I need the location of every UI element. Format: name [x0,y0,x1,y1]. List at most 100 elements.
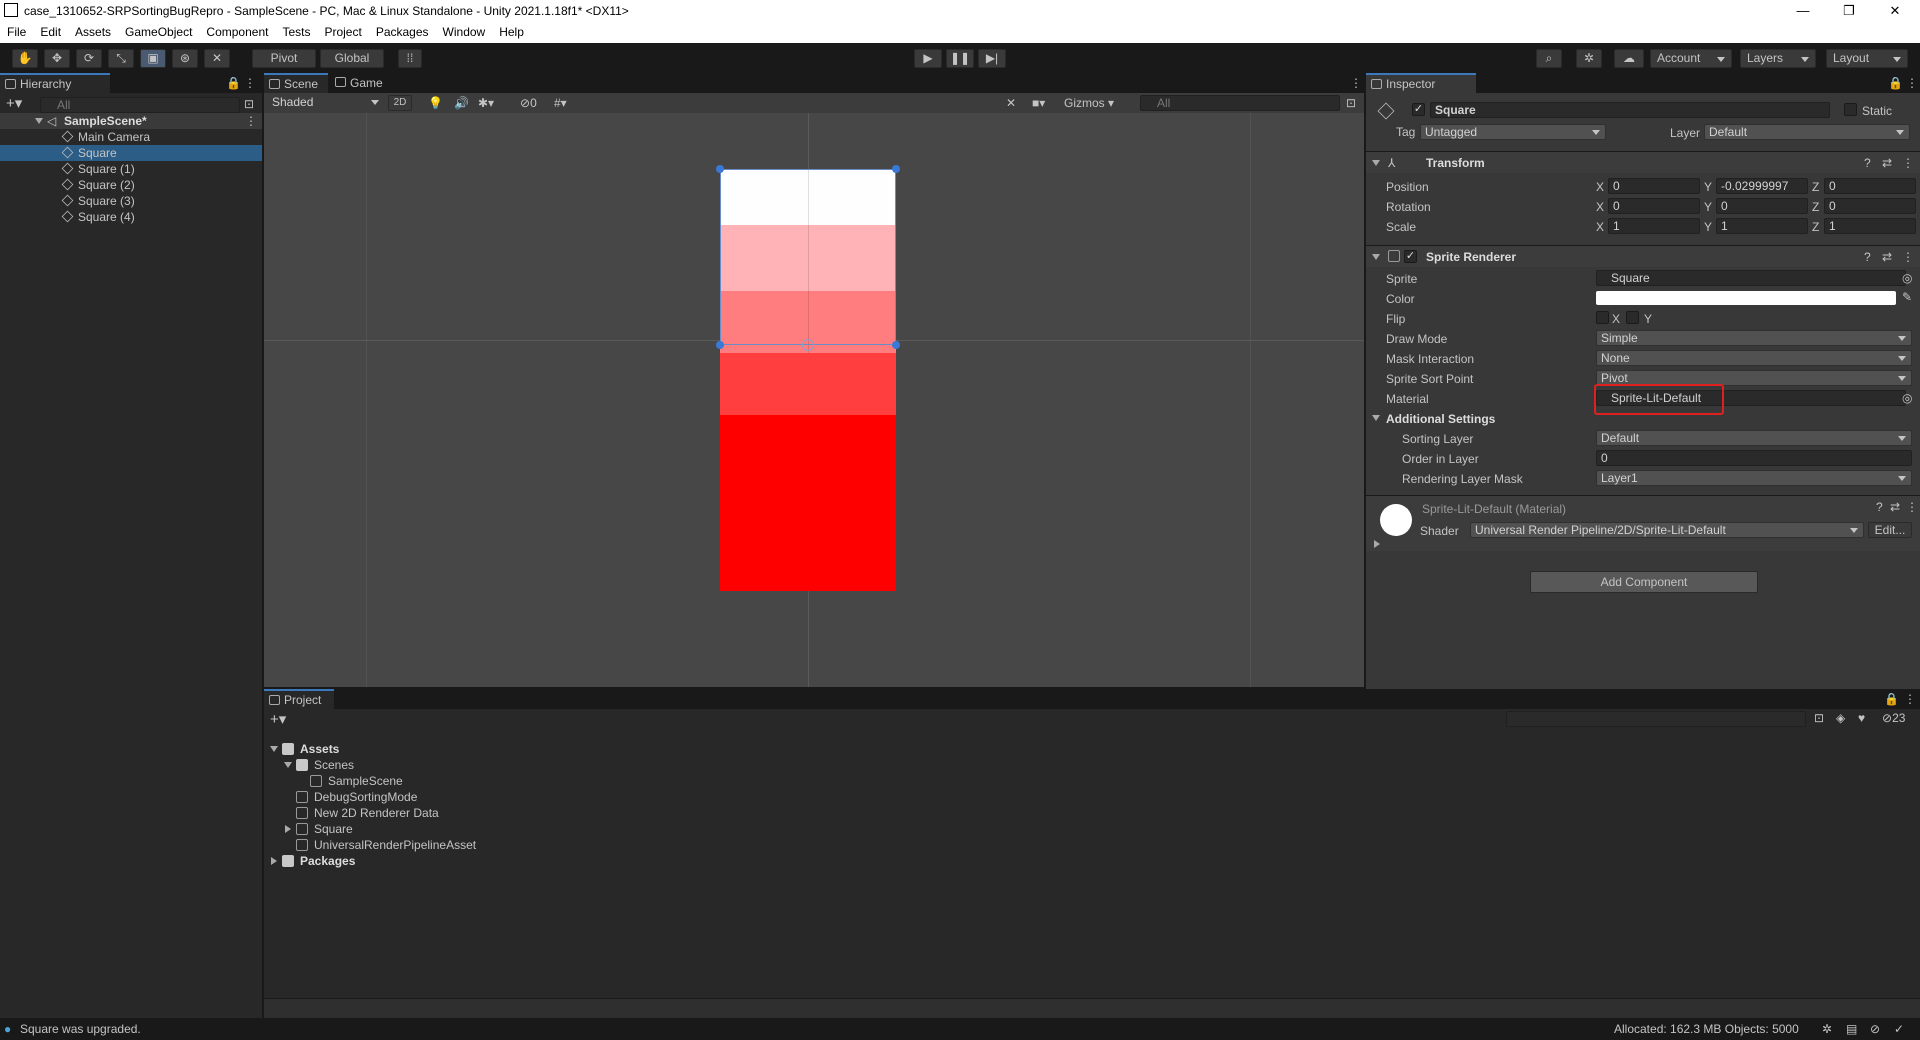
close-button[interactable]: ✕ [1872,0,1918,22]
mask-interaction-dropdown[interactable]: None [1596,350,1912,366]
flip-y-checkbox[interactable] [1626,311,1639,324]
scene-filter-icon[interactable]: ⊡ [1346,96,1356,110]
rotation-z-field[interactable]: 0 [1824,198,1916,214]
sprite-square-4[interactable] [720,415,896,591]
cloud-icon[interactable]: ☁ [1614,49,1644,68]
scale-z-field[interactable]: 1 [1824,218,1916,234]
help-icon[interactable]: ? [1864,250,1871,264]
tab-scene[interactable]: Scene [264,73,328,93]
transform-header[interactable]: ⅄ Transform ? ⇄ ⋮ [1366,151,1920,173]
scale-x-field[interactable]: 1 [1608,218,1700,234]
pause-button[interactable]: ❚❚ [946,49,974,68]
camera-icon[interactable]: ■▾ [1032,96,1045,110]
inspector-lock-icon[interactable]: 🔒 [1888,76,1903,90]
transform-tool-icon[interactable]: ⊛ [172,49,198,68]
position-z-field[interactable]: 0 [1824,178,1916,194]
project-lock-icon[interactable]: 🔒 [1884,692,1899,706]
layout-dropdown[interactable]: Layout [1826,49,1908,68]
search-icon[interactable]: ⌕ [1536,49,1562,68]
selection-rect[interactable] [720,169,896,345]
play-button[interactable]: ▶ [914,49,942,68]
component-menu-icon[interactable]: ⋮ [1902,156,1914,170]
hierarchy-item[interactable]: Main Camera [0,129,262,145]
sprite-renderer-enabled-checkbox[interactable]: ✓ [1404,250,1417,263]
position-x-field[interactable]: 0 [1608,178,1700,194]
step-button[interactable]: ▶| [978,49,1006,68]
lighting-icon[interactable]: 💡 [428,96,443,110]
hierarchy-search-input[interactable]: All [40,97,240,113]
project-tree-item[interactable]: Packages [264,853,1920,869]
hierarchy-item[interactable]: Square (2) [0,177,262,193]
hidden-objects-icon[interactable]: ⊘0 [520,96,537,110]
search-by-label-icon[interactable]: ◈ [1836,711,1845,725]
project-tree-item[interactable]: DebugSortingMode [264,789,1920,805]
object-name-field[interactable]: Square [1430,102,1830,118]
rect-handle[interactable] [716,341,724,349]
scene-menu-icon[interactable]: ⋮ [245,113,257,129]
network-icon[interactable]: ⊘ [1870,1022,1880,1036]
sprite-renderer-header[interactable]: ✓ Sprite Renderer ? ⇄ ⋮ [1366,245,1920,267]
more-menu-icon[interactable]: ⋮ [244,76,256,90]
gizmos-dropdown[interactable]: Gizmos ▾ [1064,96,1114,110]
collapse-icon[interactable] [1372,160,1380,166]
tab-inspector[interactable]: Inspector [1366,73,1476,93]
rotate-tool-icon[interactable]: ⟳ [76,49,102,68]
flip-x-checkbox[interactable] [1596,311,1609,324]
position-y-field[interactable]: -0.02999997 [1716,178,1808,194]
grid-snap-icon[interactable]: ⁞⁞ [398,49,422,68]
project-tree-item[interactable]: Assets [264,741,1920,757]
collapse-icon[interactable] [1372,254,1380,260]
favorite-icon[interactable]: ♥ [1858,711,1865,725]
add-component-button[interactable]: Add Component [1530,571,1758,593]
rotation-y-field[interactable]: 0 [1716,198,1808,214]
rect-handle[interactable] [892,341,900,349]
expand-icon[interactable] [35,118,43,124]
pivot-toggle[interactable]: Pivot [252,49,316,68]
project-tree-item[interactable]: New 2D Renderer Data [264,805,1920,821]
tab-project[interactable]: Project [264,689,334,709]
hierarchy-item[interactable]: Square (3) [0,193,262,209]
project-search-input[interactable] [1506,711,1806,727]
material-expand-icon[interactable] [1374,540,1380,548]
project-tree-item[interactable]: Square [264,821,1920,837]
inspector-more-icon[interactable]: ⋮ [1906,76,1918,90]
tab-hierarchy[interactable]: Hierarchy [0,73,110,93]
2d-toggle[interactable]: 2D [388,95,412,111]
draw-mode-dropdown[interactable]: Simple [1596,330,1912,346]
project-tree-item[interactable]: SampleScene [264,773,1920,789]
shading-mode-dropdown[interactable]: Shaded [268,95,384,111]
menu-tests[interactable]: Tests [275,22,317,43]
bug-icon[interactable]: ✲ [1822,1022,1832,1036]
object-picker-icon[interactable]: ◎ [1902,271,1912,285]
hidden-packages-icon[interactable]: ⊘23 [1882,711,1905,725]
menu-assets[interactable]: Assets [68,22,118,43]
project-tree-item[interactable]: Scenes [264,757,1920,773]
scale-tool-icon[interactable]: ⤡ [108,49,134,68]
active-checkbox[interactable]: ✓ [1412,103,1425,116]
project-tree-item[interactable]: UniversalRenderPipelineAsset [264,837,1920,853]
rect-tool-icon[interactable]: ▣ [140,49,166,68]
rendering-layer-mask-dropdown[interactable]: Layer1 [1596,470,1912,486]
add-object-button[interactable]: +▾ [6,94,22,112]
hierarchy-item[interactable]: Square (4) [0,209,262,225]
pivot-handle[interactable] [802,339,814,351]
tools-icon[interactable]: ✕ [1006,96,1016,110]
rect-handle[interactable] [716,165,724,173]
expand-icon[interactable] [284,762,292,768]
layers-dropdown[interactable]: Layers [1740,49,1816,68]
presets-icon[interactable]: ⇄ [1882,156,1892,170]
component-menu-icon[interactable]: ⋮ [1906,500,1918,514]
tab-game[interactable]: Game [330,73,390,93]
custom-tool-icon[interactable]: ✕ [204,49,230,68]
menu-packages[interactable]: Packages [369,22,436,43]
audio-icon[interactable]: 🔊 [454,96,469,110]
scene-more-icon[interactable]: ⋮ [1350,76,1362,90]
material-picker-icon[interactable]: ◎ [1902,391,1912,405]
scene-row[interactable]: ◁ SampleScene* ⋮ [0,113,262,129]
collab-icon[interactable]: ✲ [1576,49,1602,68]
hierarchy-item[interactable]: Square [0,145,262,161]
shader-edit-button[interactable]: Edit... [1868,522,1912,538]
cache-icon[interactable]: ▤ [1846,1022,1857,1036]
collapse-icon[interactable] [271,857,277,865]
rect-handle[interactable] [892,165,900,173]
